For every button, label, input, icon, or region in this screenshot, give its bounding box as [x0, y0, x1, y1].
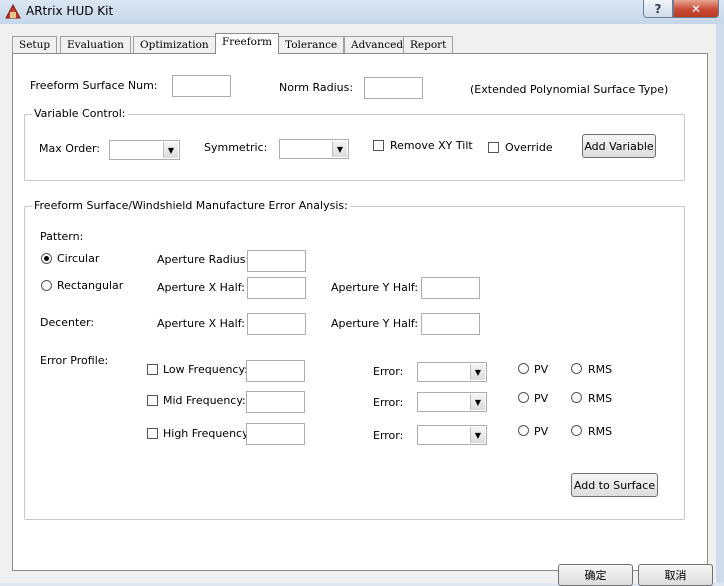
rectangular-label: Rectangular: [57, 279, 124, 292]
mid-error-label: Error:: [373, 396, 404, 409]
error-profile-label: Error Profile:: [40, 354, 109, 367]
high-pv-radio[interactable]: [518, 425, 529, 436]
tab-advanced[interactable]: Advanced: [344, 36, 411, 53]
low-pv-label: PV: [534, 363, 549, 376]
aperture-x-half-label: Aperture X Half:: [157, 281, 245, 294]
window-title: ARtrix HUD Kit: [26, 4, 114, 18]
symmetric-select[interactable]: ▼: [279, 139, 349, 159]
mid-frequency-checkbox[interactable]: [147, 395, 158, 406]
high-error-label: Error:: [373, 429, 404, 442]
high-frequency-input[interactable]: [246, 423, 305, 445]
freeform-panel: Freeform Surface Num: Norm Radius: (Exte…: [12, 53, 708, 571]
decenter-y-label: Aperture Y Half:: [331, 317, 419, 330]
add-variable-button[interactable]: Add Variable: [582, 134, 656, 158]
decenter-x-input[interactable]: [247, 313, 306, 335]
tab-report[interactable]: Report: [403, 36, 454, 53]
error-analysis-group: Freeform Surface/Windshield Manufacture …: [24, 199, 685, 520]
close-button[interactable]: ✕: [673, 0, 719, 18]
title-bar: ARtrix HUD Kit ? ✕: [0, 0, 724, 24]
norm-radius-input[interactable]: [364, 77, 423, 99]
max-order-select[interactable]: ▼: [109, 140, 180, 160]
norm-radius-label: Norm Radius:: [279, 81, 354, 94]
help-button[interactable]: ?: [643, 0, 673, 18]
surface-type-note: (Extended Polynomial Surface Type): [470, 83, 669, 96]
surface-num-input[interactable]: [172, 75, 231, 97]
mid-pv-label: PV: [534, 392, 549, 405]
max-order-label: Max Order:: [39, 142, 101, 155]
high-rms-radio[interactable]: [571, 425, 582, 436]
low-rms-label: RMS: [588, 363, 613, 376]
tab-evaluation[interactable]: Evaluation: [60, 36, 131, 53]
decenter-y-input[interactable]: [421, 313, 480, 335]
override-label: Override: [505, 141, 553, 154]
tab-optimization[interactable]: Optimization: [133, 36, 216, 53]
low-frequency-label: Low Frequency:: [163, 363, 248, 376]
mid-frequency-label: Mid Frequency:: [163, 394, 246, 407]
aperture-radius-input[interactable]: [247, 250, 306, 272]
remove-xy-tilt-label: Remove XY Tilt: [390, 139, 473, 152]
chevron-down-icon[interactable]: ▼: [163, 142, 178, 158]
low-frequency-checkbox[interactable]: [147, 364, 158, 375]
decenter-label: Decenter:: [40, 316, 95, 329]
aperture-radius-label: Aperture Radius:: [157, 253, 250, 266]
symmetric-label: Symmetric:: [204, 141, 268, 154]
rectangular-radio[interactable]: [41, 280, 52, 291]
chevron-down-icon[interactable]: ▼: [470, 427, 485, 443]
circular-radio[interactable]: [41, 253, 52, 264]
variable-control-legend: Variable Control:: [32, 107, 128, 120]
low-frequency-input[interactable]: [246, 360, 305, 382]
variable-control-group: Variable Control: Max Order: ▼ Symmetric…: [24, 107, 685, 181]
remove-xy-tilt-checkbox[interactable]: [373, 140, 384, 151]
high-pv-label: PV: [534, 425, 549, 438]
aperture-y-half-label: Aperture Y Half:: [331, 281, 419, 294]
high-rms-label: RMS: [588, 425, 613, 438]
low-pv-radio[interactable]: [518, 363, 529, 374]
mid-frequency-input[interactable]: [246, 391, 305, 413]
add-to-surface-button[interactable]: Add to Surface: [571, 473, 658, 497]
close-icon: ✕: [690, 1, 702, 16]
surface-num-label: Freeform Surface Num:: [30, 79, 158, 92]
mid-pv-radio[interactable]: [518, 392, 529, 403]
high-error-select[interactable]: ▼: [417, 425, 487, 445]
mid-rms-label: RMS: [588, 392, 613, 405]
chevron-down-icon[interactable]: ▼: [470, 364, 485, 380]
tab-tolerance[interactable]: Tolerance: [278, 36, 345, 53]
chevron-down-icon[interactable]: ▼: [470, 394, 485, 410]
override-checkbox[interactable]: [488, 142, 499, 153]
aperture-y-half-input[interactable]: [421, 277, 480, 299]
mid-rms-radio[interactable]: [571, 392, 582, 403]
help-icon: ?: [654, 1, 662, 16]
low-error-label: Error:: [373, 365, 404, 378]
low-rms-radio[interactable]: [571, 363, 582, 374]
circular-label: Circular: [57, 252, 100, 265]
pattern-label: Pattern:: [40, 230, 84, 243]
tab-setup[interactable]: Setup: [12, 36, 58, 53]
tab-freeform[interactable]: Freeform: [215, 33, 279, 54]
window-frame-right: [716, 24, 724, 583]
chevron-down-icon[interactable]: ▼: [332, 141, 347, 157]
mid-error-select[interactable]: ▼: [417, 392, 487, 412]
aperture-x-half-input[interactable]: [247, 277, 306, 299]
high-frequency-checkbox[interactable]: [147, 428, 158, 439]
error-analysis-legend: Freeform Surface/Windshield Manufacture …: [32, 199, 350, 212]
decenter-x-label: Aperture X Half:: [157, 317, 245, 330]
high-frequency-label: High Frequency:: [163, 427, 252, 440]
app-logo-icon: [5, 4, 21, 19]
low-error-select[interactable]: ▼: [417, 362, 487, 382]
